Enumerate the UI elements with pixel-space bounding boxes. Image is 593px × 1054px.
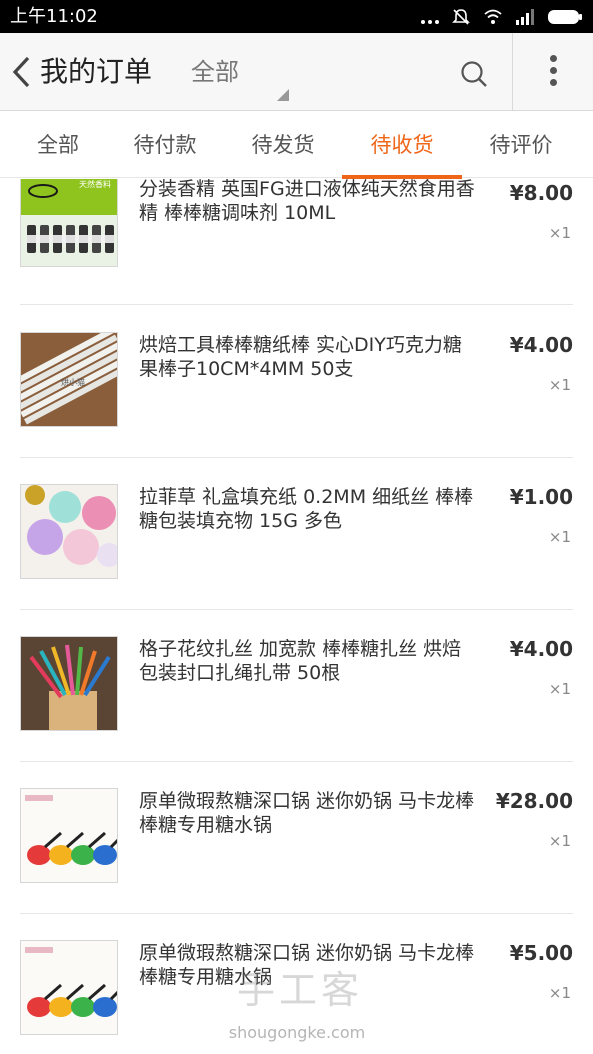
signal-icon <box>516 9 534 25</box>
product-quantity: ×1 <box>548 528 571 546</box>
wifi-icon <box>484 9 502 24</box>
order-list: 天然香料 分装香精 英国FG进口液体纯天然食用香精 棒棒糖调味剂 10ML ¥8… <box>0 179 593 1054</box>
status-time: 上午11:02 <box>10 6 98 27</box>
back-icon[interactable] <box>8 55 36 89</box>
product-price: ¥28.00 <box>495 789 573 813</box>
product-quantity: ×1 <box>548 376 571 394</box>
product-price: ¥8.00 <box>509 181 573 205</box>
page-title: 我的订单 <box>40 55 153 88</box>
product-name[interactable]: 格子花纹扎丝 加宽款 棒棒糖扎丝 烘焙包装封口扎绳扎带 50根 <box>139 637 479 685</box>
order-item[interactable]: 格子花纹扎丝 加宽款 棒棒糖扎丝 烘焙包装封口扎绳扎带 50根 ¥4.00 ×1 <box>0 609 593 762</box>
order-item[interactable]: 原单微瑕熬糖深口锅 迷你奶锅 马卡龙棒棒糖专用糖水锅 ¥28.00 ×1 <box>0 761 593 914</box>
product-quantity: ×1 <box>548 984 571 1002</box>
product-name[interactable]: 原单微瑕熬糖深口锅 迷你奶锅 马卡龙棒棒糖专用糖水锅 <box>139 789 479 837</box>
filter-dropdown-icon[interactable] <box>277 89 289 101</box>
product-quantity: ×1 <box>548 224 571 242</box>
product-quantity: ×1 <box>548 680 571 698</box>
status-bar: 上午11:02 <box>0 0 593 33</box>
tab-pending-shipment[interactable]: 待发货 <box>236 112 330 178</box>
tab-pending-receipt[interactable]: 待收货 <box>352 112 452 178</box>
product-price: ¥1.00 <box>509 485 573 509</box>
status-icons <box>421 7 583 27</box>
product-thumbnail[interactable] <box>20 788 118 883</box>
search-icon[interactable] <box>459 59 489 89</box>
order-item[interactable]: 拉菲草 礼盒填充纸 0.2MM 细纸丝 棒棒糖包装填充物 15G 多色 ¥1.0… <box>0 457 593 610</box>
order-status-tabs: 全部 待付款 待发货 待收货 待评价 <box>0 112 593 178</box>
tab-all[interactable]: 全部 <box>16 112 100 178</box>
watermark-brand: 手工客 <box>236 968 363 1012</box>
product-thumbnail[interactable]: 天然香料 <box>20 179 118 267</box>
order-filter-select[interactable]: 全部 <box>191 55 239 89</box>
product-thumbnail[interactable] <box>20 484 118 579</box>
app-header: 我的订单 全部 <box>0 33 593 111</box>
product-thumbnail[interactable] <box>20 636 118 731</box>
battery-icon <box>548 10 582 24</box>
product-name[interactable]: 拉菲草 礼盒填充纸 0.2MM 细纸丝 棒棒糖包装填充物 15G 多色 <box>139 485 479 533</box>
product-name[interactable]: 分装香精 英国FG进口液体纯天然食用香精 棒棒糖调味剂 10ML <box>139 179 479 225</box>
thumb-label: 天然香料 <box>79 179 111 189</box>
thumb-label: 烘小猫 <box>61 377 85 387</box>
mute-icon <box>452 9 470 25</box>
product-price: ¥5.00 <box>509 941 573 965</box>
more-menu-icon[interactable] <box>543 55 563 91</box>
watermark-url: shougongke.com <box>228 1023 366 1042</box>
product-thumbnail[interactable] <box>20 940 118 1035</box>
order-item[interactable]: 烘小猫 烘焙工具棒棒糖纸棒 实心DIY巧克力糖果棒子10CM*4MM 50支 ¥… <box>0 305 593 458</box>
product-thumbnail[interactable]: 烘小猫 <box>20 332 118 427</box>
product-price: ¥4.00 <box>509 333 573 357</box>
product-name[interactable]: 烘焙工具棒棒糖纸棒 实心DIY巧克力糖果棒子10CM*4MM 50支 <box>139 333 479 381</box>
product-price: ¥4.00 <box>509 637 573 661</box>
more-notifications-icon <box>421 10 439 24</box>
tab-pending-payment[interactable]: 待付款 <box>118 112 212 178</box>
product-quantity: ×1 <box>548 832 571 850</box>
tab-pending-review[interactable]: 待评价 <box>474 112 568 178</box>
header-divider <box>512 33 513 111</box>
order-item[interactable]: 天然香料 分装香精 英国FG进口液体纯天然食用香精 棒棒糖调味剂 10ML ¥8… <box>0 179 593 305</box>
